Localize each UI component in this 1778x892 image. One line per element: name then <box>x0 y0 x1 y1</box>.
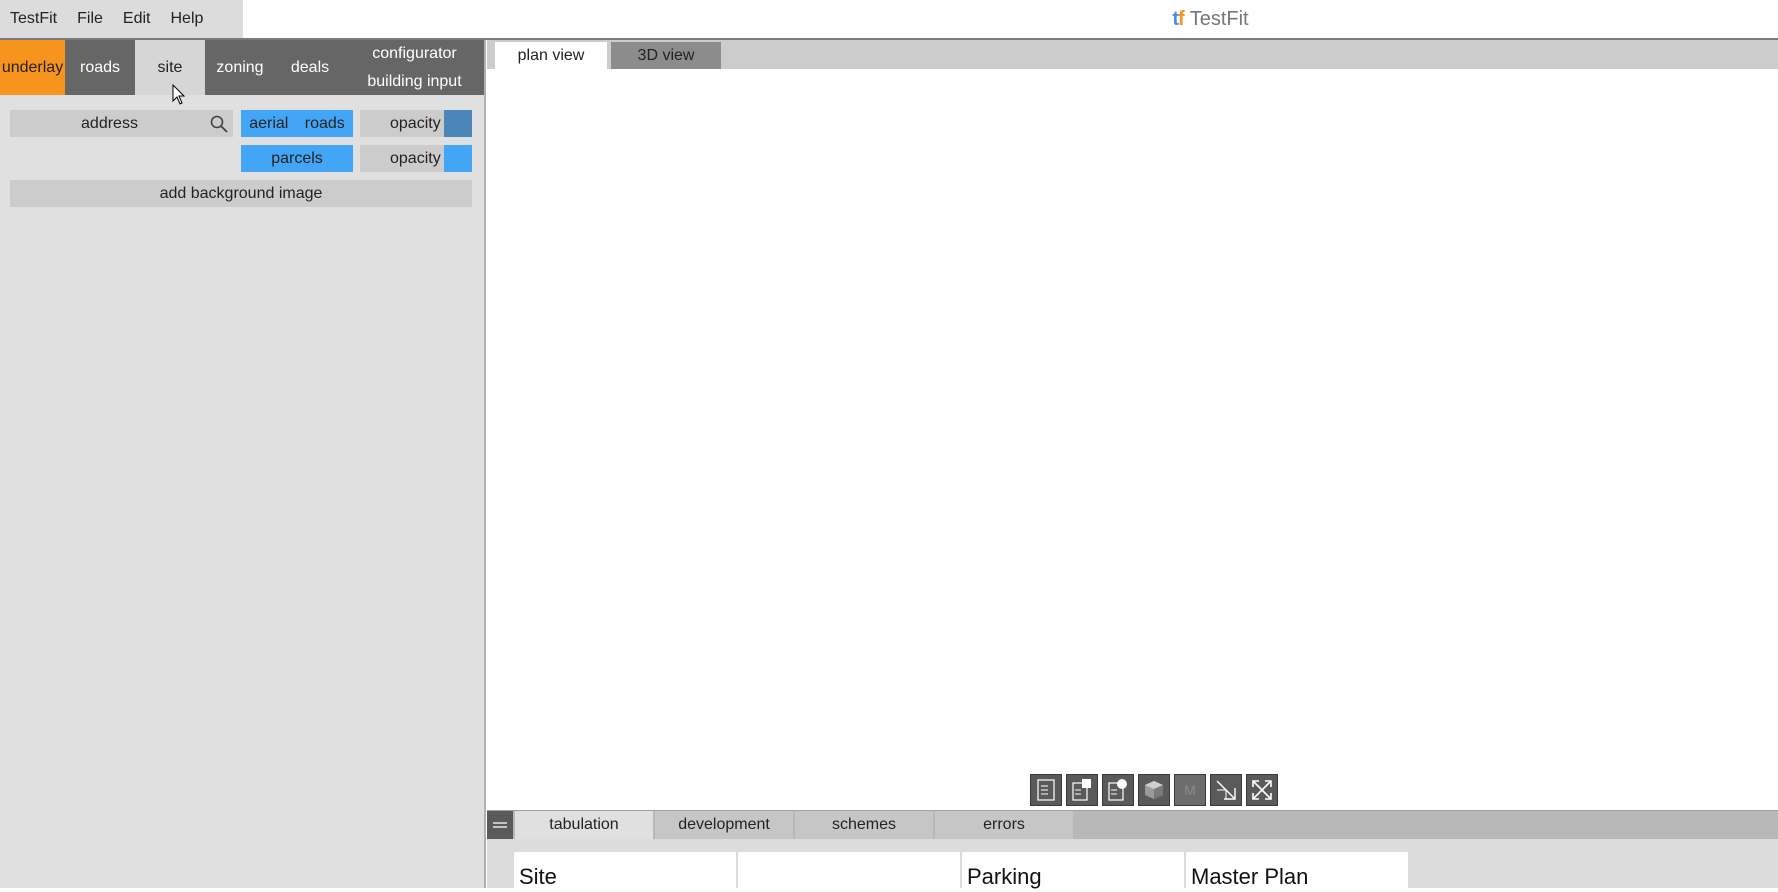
resize-icon[interactable] <box>1210 774 1242 806</box>
bottom-panel: tabulation development schemes errors Si… <box>487 810 1778 892</box>
opacity-label: opacity <box>390 149 441 167</box>
report-icon[interactable] <box>1030 774 1062 806</box>
menu-testfit[interactable]: TestFit <box>0 0 67 38</box>
tabulation-header-site: Site <box>514 852 736 892</box>
tab-deals[interactable]: deals <box>275 40 345 95</box>
address-input[interactable]: address <box>10 110 233 137</box>
collapse-panel-icon[interactable] <box>487 811 513 839</box>
tab-site[interactable]: site <box>135 40 205 95</box>
tab-plan-view[interactable]: plan view <box>495 42 607 69</box>
bottom-tab-bar: tabulation development schemes errors <box>487 810 1778 839</box>
tabulation-table: Site Parking Master Plan <box>514 852 1410 892</box>
report-square-icon[interactable] <box>1066 774 1098 806</box>
tab-configurator[interactable]: configurator building input <box>345 40 484 95</box>
left-tab-bar: underlay roads site zoning deals configu… <box>0 40 484 95</box>
opacity-label: opacity <box>390 114 441 132</box>
add-background-image-button[interactable]: add background image <box>10 180 472 207</box>
tab-building-input-label: building input <box>367 72 462 90</box>
cube-icon[interactable] <box>1138 774 1170 806</box>
opacity-swatch[interactable] <box>444 110 472 137</box>
menu-file[interactable]: File <box>67 0 113 38</box>
tab-configurator-label: configurator <box>372 44 457 62</box>
tab-development[interactable]: development <box>655 811 793 839</box>
view-tab-bar: plan view 3D view <box>487 40 1778 69</box>
parcels-opacity-control[interactable]: opacity <box>360 145 472 172</box>
tabulation-header-master-plan: Master Plan <box>1186 852 1408 892</box>
report-circle-icon[interactable] <box>1102 774 1134 806</box>
tabulation-header-parking: Parking <box>962 852 1184 892</box>
left-panel: underlay roads site zoning deals configu… <box>0 40 486 888</box>
viewport-toolbar: M <box>1030 774 1278 806</box>
mouse-cursor-icon <box>172 84 186 105</box>
testfit-logo-icon: tf <box>1172 7 1184 30</box>
tab-underlay[interactable]: underlay <box>0 40 65 95</box>
m-icon: M <box>1174 774 1206 806</box>
tab-zoning[interactable]: zoning <box>205 40 275 95</box>
roads-button[interactable]: roads <box>305 115 345 133</box>
tab-tabulation[interactable]: tabulation <box>515 811 653 839</box>
tab-roads[interactable]: roads <box>65 40 135 95</box>
tab-errors[interactable]: errors <box>935 811 1073 839</box>
tab-3d-view[interactable]: 3D view <box>611 42 721 69</box>
menu-edit[interactable]: Edit <box>113 0 161 38</box>
parcels-button[interactable]: parcels <box>241 145 353 172</box>
tab-schemes[interactable]: schemes <box>795 811 933 839</box>
address-label: address <box>81 114 138 132</box>
title-bar: tf TestFit <box>243 0 1778 38</box>
search-icon[interactable] <box>209 114 229 139</box>
app-title: TestFit <box>1189 7 1249 30</box>
menu-bar: TestFit File Edit Help <box>0 0 243 38</box>
aerial-button[interactable]: aerial <box>249 115 288 133</box>
menu-help[interactable]: Help <box>160 0 213 38</box>
plan-canvas[interactable] <box>487 69 1778 810</box>
viewport-area: plan view 3D view <box>487 40 1778 810</box>
aerial-roads-toggle: aerial roads <box>241 110 353 137</box>
aerial-opacity-control[interactable]: opacity <box>360 110 472 137</box>
app-brand: tf TestFit <box>1172 8 1248 31</box>
tabulation-header-blank <box>738 852 960 892</box>
fullscreen-icon[interactable] <box>1246 774 1278 806</box>
opacity-swatch[interactable] <box>444 145 472 172</box>
